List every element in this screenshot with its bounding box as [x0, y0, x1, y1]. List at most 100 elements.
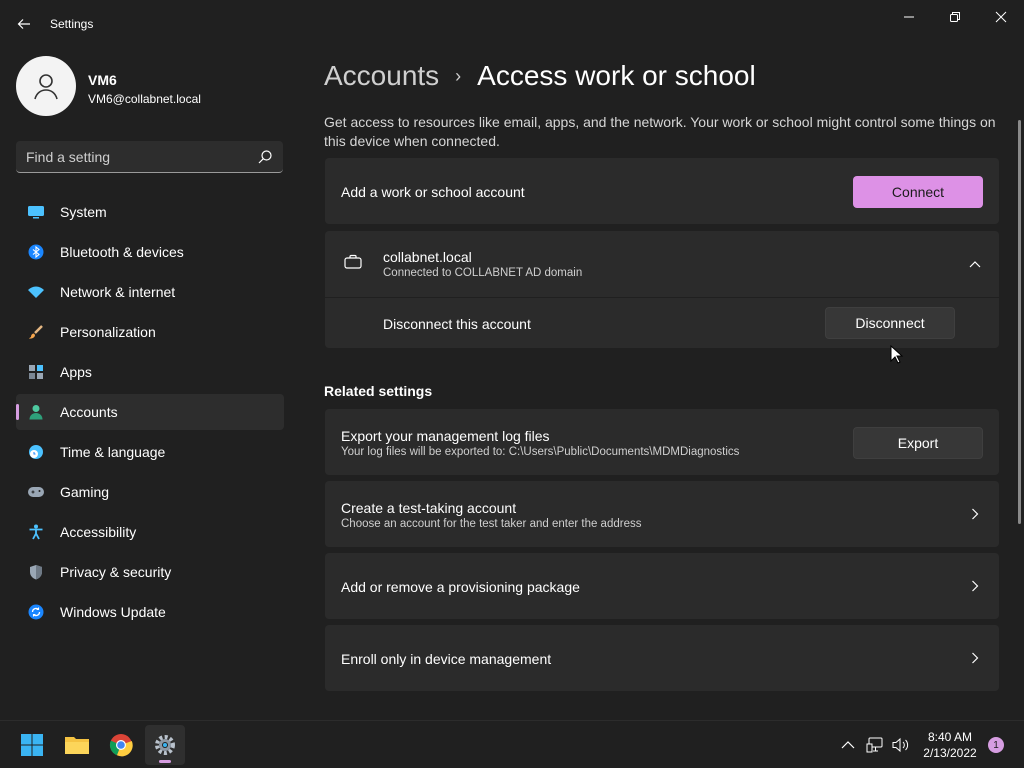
- taskbar: 8:40 AM 2/13/2022 1: [0, 720, 1024, 768]
- add-account-label: Add a work or school account: [341, 184, 525, 200]
- disconnect-account-label: Disconnect this account: [383, 316, 531, 332]
- person-icon: [34, 74, 58, 100]
- sidebar-item-label: Accounts: [60, 404, 118, 420]
- person-icon: [27, 404, 45, 420]
- wifi-icon: [27, 284, 45, 300]
- sidebar-item-label: Personalization: [60, 324, 156, 340]
- app-title: Settings: [50, 17, 94, 31]
- divider: [325, 297, 999, 298]
- settings-app-button[interactable]: [145, 725, 185, 765]
- sidebar-item-system[interactable]: System: [16, 194, 284, 230]
- clock-time: 8:40 AM: [927, 730, 973, 744]
- start-button[interactable]: [12, 725, 52, 765]
- paintbrush-icon: [27, 324, 45, 340]
- connected-account-card: collabnet.local Connected to COLLABNET A…: [325, 231, 999, 348]
- breadcrumb-separator: ›: [455, 65, 462, 86]
- provisioning-package-card[interactable]: Add or remove a provisioning package: [325, 553, 999, 619]
- shield-icon: [27, 564, 45, 580]
- taskbar-clock[interactable]: 8:40 AM 2/13/2022: [918, 729, 982, 761]
- sidebar-item-label: Bluetooth & devices: [60, 244, 184, 260]
- minimize-button[interactable]: [886, 6, 932, 28]
- chevron-right-icon: [969, 652, 981, 664]
- windows-logo-icon: [21, 734, 43, 756]
- notification-badge[interactable]: 1: [988, 737, 1004, 753]
- restore-button[interactable]: [932, 6, 978, 28]
- disconnect-button[interactable]: Disconnect: [825, 307, 955, 339]
- device-management-title: Enroll only in device management: [341, 651, 552, 667]
- export-logs-subtitle: Your log files will be exported to: C:\U…: [341, 446, 740, 458]
- sidebar-item-label: Time & language: [60, 444, 166, 460]
- export-button[interactable]: Export: [853, 427, 983, 459]
- chevron-up-icon[interactable]: [838, 735, 858, 755]
- sidebar-item-label: Windows Update: [60, 604, 166, 620]
- volume-icon[interactable]: [891, 735, 911, 755]
- sidebar-item-time-language[interactable]: Time & language: [16, 434, 284, 470]
- account-domain: collabnet.local: [383, 249, 472, 265]
- folder-icon: [65, 737, 89, 754]
- chevron-right-icon: [969, 508, 981, 520]
- breadcrumb-parent[interactable]: Accounts: [324, 60, 439, 92]
- user-profile[interactable]: VM6 VM6@collabnet.local: [16, 56, 286, 118]
- chrome-button[interactable]: [101, 725, 141, 765]
- sidebar-item-privacy-security[interactable]: Privacy & security: [16, 554, 284, 590]
- search-input[interactable]: [26, 141, 246, 172]
- apps-icon: [27, 364, 45, 380]
- device-management-card[interactable]: Enroll only in device management: [325, 625, 999, 691]
- chevron-up-icon[interactable]: [969, 258, 981, 270]
- minimize-icon: [904, 16, 914, 18]
- sidebar-item-label: Gaming: [60, 484, 110, 500]
- breadcrumb: Accounts › Access work or school: [324, 58, 756, 94]
- export-logs-card: Export your management log files Your lo…: [325, 409, 999, 475]
- sidebar-item-bluetooth[interactable]: Bluetooth & devices: [16, 234, 284, 270]
- close-button[interactable]: [978, 6, 1024, 28]
- scrollbar[interactable]: [1018, 120, 1021, 524]
- sidebar-item-personalization[interactable]: Personalization: [16, 314, 284, 350]
- briefcase-icon: [344, 254, 362, 269]
- back-button[interactable]: [14, 14, 34, 34]
- gear-icon: [155, 735, 175, 755]
- sidebar-item-accounts[interactable]: Accounts: [16, 394, 284, 430]
- connected-account-header[interactable]: collabnet.local Connected to COLLABNET A…: [325, 231, 999, 297]
- sidebar-nav: System Bluetooth & devices Network & int…: [16, 194, 284, 634]
- connect-button[interactable]: Connect: [853, 176, 983, 208]
- user-name: VM6: [88, 72, 117, 88]
- avatar: [16, 56, 76, 116]
- chrome-icon: [109, 734, 133, 757]
- title-bar: Settings: [0, 0, 1024, 48]
- test-taking-title: Create a test-taking account: [341, 500, 517, 516]
- related-settings-heading: Related settings: [324, 383, 433, 399]
- sidebar-item-label: Network & internet: [60, 284, 176, 300]
- chevron-right-icon: [969, 580, 981, 592]
- sidebar-item-network[interactable]: Network & internet: [16, 274, 284, 310]
- page-description: Get access to resources like email, apps…: [324, 114, 996, 149]
- clock-date: 2/13/2022: [923, 746, 977, 760]
- bluetooth-icon: [27, 244, 45, 260]
- sidebar-item-label: System: [60, 204, 107, 220]
- test-taking-account-card[interactable]: Create a test-taking account Choose an a…: [325, 481, 999, 547]
- page-title: Access work or school: [477, 60, 756, 91]
- sidebar-item-apps[interactable]: Apps: [16, 354, 284, 390]
- globe-clock-icon: [27, 444, 45, 460]
- search-icon[interactable]: [257, 149, 273, 165]
- add-account-card: Add a work or school account Connect: [325, 158, 999, 224]
- mouse-cursor-icon: [890, 345, 904, 364]
- sidebar-item-label: Accessibility: [60, 524, 137, 540]
- close-icon: [995, 11, 1007, 23]
- sidebar-item-windows-update[interactable]: Windows Update: [16, 594, 284, 630]
- restore-icon: [950, 12, 960, 22]
- sidebar-item-gaming[interactable]: Gaming: [16, 474, 284, 510]
- update-icon: [27, 604, 45, 620]
- file-explorer-button[interactable]: [57, 725, 97, 765]
- sidebar-item-accessibility[interactable]: Accessibility: [16, 514, 284, 550]
- accessibility-icon: [27, 524, 45, 540]
- network-icon[interactable]: [865, 735, 885, 755]
- gamepad-icon: [27, 484, 45, 500]
- search-box: [16, 141, 283, 173]
- export-logs-title: Export your management log files: [341, 428, 550, 444]
- provisioning-package-title: Add or remove a provisioning package: [341, 579, 580, 595]
- back-arrow-icon: [17, 19, 30, 29]
- sidebar-item-label: Privacy & security: [60, 564, 172, 580]
- test-taking-subtitle: Choose an account for the test taker and…: [341, 518, 642, 530]
- user-email: VM6@collabnet.local: [88, 92, 201, 106]
- monitor-icon: [27, 204, 45, 220]
